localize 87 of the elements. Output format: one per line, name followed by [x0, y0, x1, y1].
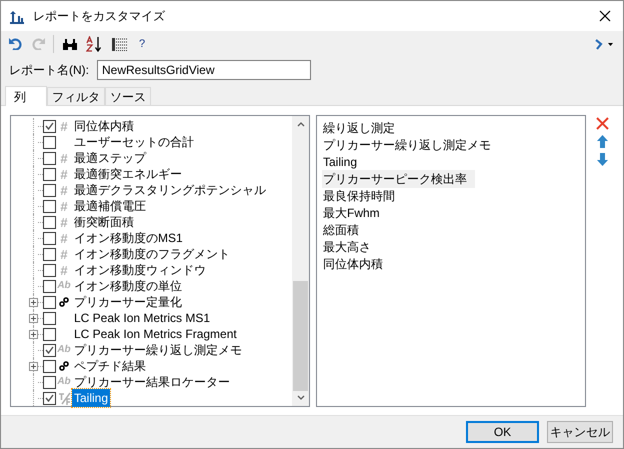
list-item[interactable]: 総面積	[322, 220, 359, 238]
chart-icon	[9, 8, 25, 24]
tree-item[interactable]: 衝突断面積	[72, 213, 136, 231]
text-type-icon: Ab	[57, 377, 71, 387]
tree-item[interactable]: プリカーサー結果ロケーター	[72, 373, 232, 391]
list-item[interactable]: 最良保持時間	[322, 186, 395, 204]
list-item[interactable]: 繰り返し測定	[322, 118, 395, 136]
connector-dropdown-icon[interactable]	[593, 37, 615, 51]
number-type-icon: #	[60, 264, 68, 276]
sort-icon[interactable]	[86, 36, 104, 52]
ok-button[interactable]: OK	[466, 421, 539, 443]
text-type-icon: Ab	[57, 345, 71, 355]
move-down-icon[interactable]	[596, 153, 608, 166]
checkbox[interactable]	[43, 200, 56, 212]
checkbox[interactable]	[43, 376, 56, 388]
checkbox[interactable]	[43, 216, 56, 228]
number-type-icon: #	[60, 232, 68, 244]
tree-item[interactable]: ペプチド結果	[72, 357, 148, 375]
checkbox[interactable]	[43, 360, 56, 372]
checkbox[interactable]	[43, 392, 56, 404]
text-type-icon: Ab	[57, 281, 71, 291]
help-button[interactable]: ?	[139, 36, 146, 52]
scroll-down-icon[interactable]	[296, 395, 304, 400]
number-type-icon: #	[60, 168, 68, 180]
delete-icon[interactable]	[596, 117, 608, 130]
checkbox[interactable]	[43, 184, 56, 196]
number-type-icon: #	[60, 152, 68, 164]
tree-item[interactable]: ユーザーセットの合計	[72, 133, 196, 151]
tree-item[interactable]: LC Peak Ion Metrics Fragment	[72, 325, 239, 343]
checkbox[interactable]	[43, 296, 56, 308]
tree-item[interactable]: LC Peak Ion Metrics MS1	[72, 309, 212, 327]
tree-item[interactable]: イオン移動度ウィンドウ	[72, 261, 208, 279]
tree-item[interactable]: イオン移動度の単位	[72, 277, 184, 295]
checkbox[interactable]	[43, 264, 56, 276]
checkbox[interactable]	[43, 232, 56, 244]
scrollbar[interactable]	[292, 116, 309, 406]
checkbox[interactable]	[43, 248, 56, 260]
link-icon	[59, 297, 69, 307]
scroll-thumb[interactable]	[293, 281, 308, 391]
list-item[interactable]: プリカーサー繰り返し測定メモ	[322, 136, 491, 154]
tab[interactable]: 列	[5, 86, 47, 106]
checkbox[interactable]	[43, 168, 56, 180]
expand-icon[interactable]	[29, 298, 38, 306]
report-name-label: レポート名(N):	[9, 62, 89, 79]
binoculars-icon[interactable]	[62, 38, 78, 50]
tree-item[interactable]: 最適ステップ	[72, 149, 148, 167]
number-type-icon: #	[60, 120, 68, 132]
close-icon[interactable]	[599, 10, 611, 22]
checkbox[interactable]	[43, 312, 56, 324]
list-item[interactable]: 最大高さ	[322, 238, 371, 256]
number-type-icon: #	[60, 248, 68, 260]
columns-icon[interactable]	[112, 38, 127, 50]
tree-item[interactable]: 同位体内積	[72, 117, 136, 135]
checkbox[interactable]	[43, 136, 56, 148]
tree-item[interactable]: 最適デクラスタリングポテンシャル	[72, 181, 268, 199]
tree-item[interactable]: 最適補償電圧	[72, 197, 148, 215]
number-type-icon: #	[60, 216, 68, 228]
expand-icon[interactable]	[29, 330, 38, 338]
tree-item[interactable]: プリカーサー定量化	[72, 293, 184, 311]
checkbox[interactable]	[43, 344, 56, 356]
report-name-field[interactable]: NewResultsGridView	[97, 60, 311, 80]
expand-icon[interactable]	[29, 362, 38, 370]
number-type-icon: #	[60, 200, 68, 212]
expand-icon[interactable]	[29, 314, 38, 322]
tab[interactable]: ソース	[105, 87, 151, 105]
tree-item[interactable]: 最適衝突エネルギー	[72, 165, 184, 183]
checkbox[interactable]	[43, 328, 56, 340]
scroll-up-icon[interactable]	[296, 122, 304, 127]
window-title: レポートをカスタマイズ	[33, 8, 166, 25]
tree-item[interactable]: イオン移動度のMS1	[72, 229, 185, 247]
tree-item[interactable]: イオン移動度のフラグメント	[72, 245, 232, 263]
tree-item[interactable]: Tailing	[72, 389, 110, 407]
checkbox[interactable]	[43, 152, 56, 164]
tab[interactable]: フィルタ	[47, 87, 105, 105]
cancel-button[interactable]: キャンセル	[547, 421, 613, 443]
list-item[interactable]: 最大Fwhm	[322, 204, 380, 222]
list-item[interactable]: プリカーサーピーク検出率	[322, 170, 475, 188]
move-up-icon[interactable]	[596, 135, 608, 148]
link-icon	[59, 361, 69, 371]
checkbox[interactable]	[43, 120, 56, 132]
boolean-type-icon	[58, 392, 70, 404]
number-type-icon: #	[60, 184, 68, 196]
list-item[interactable]: 同位体内積	[322, 254, 383, 272]
tree-item[interactable]: プリカーサー繰り返し測定メモ	[72, 341, 244, 359]
undo-icon[interactable]	[9, 38, 23, 50]
checkbox[interactable]	[43, 280, 56, 292]
list-item[interactable]: Tailing	[322, 152, 358, 170]
